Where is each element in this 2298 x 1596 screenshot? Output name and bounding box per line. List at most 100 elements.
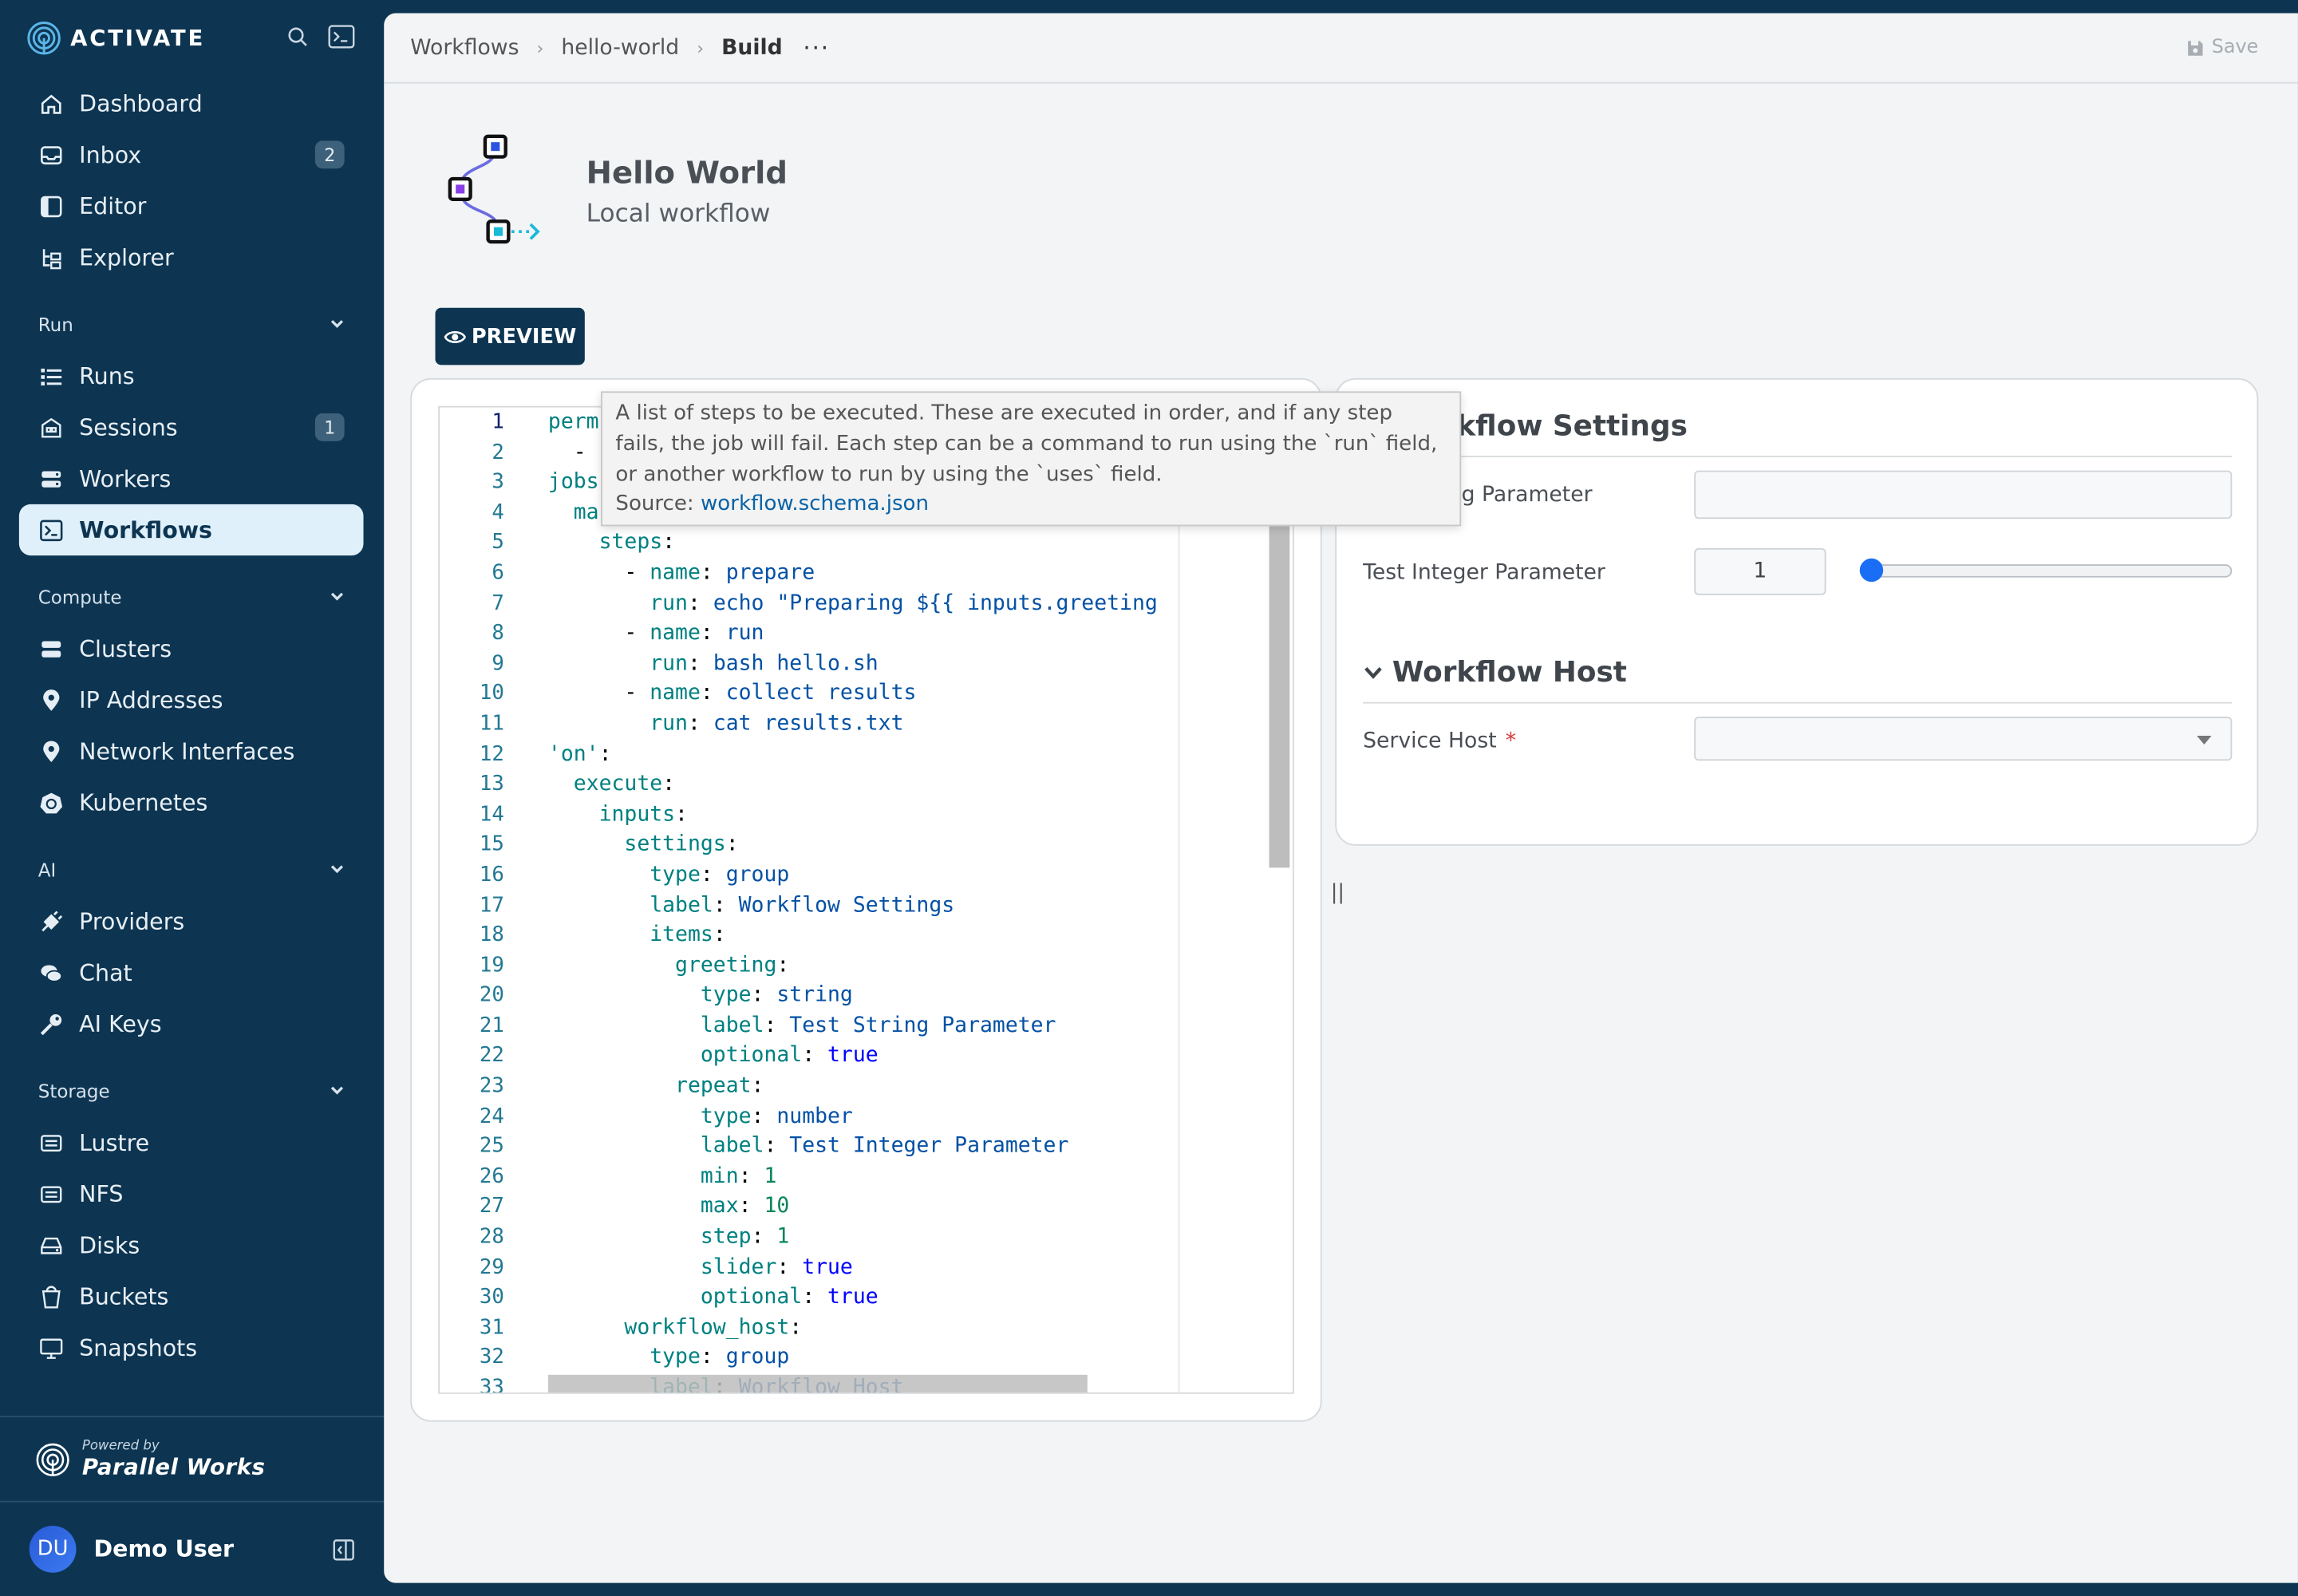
- code-area[interactable]: perm - jobs ma steps: - name: prepare ru…: [548, 408, 1222, 1393]
- sidebar-item-label: Workers: [79, 465, 172, 492]
- collapse-sidebar-icon[interactable]: [333, 1539, 355, 1561]
- line-number: 10: [479, 681, 504, 706]
- section-title: AI: [38, 858, 57, 880]
- sessions-icon: [38, 414, 65, 440]
- line-number: 33: [479, 1376, 504, 1394]
- preview-button[interactable]: PREVIEW: [435, 307, 585, 365]
- service-host-label: Service Host *: [1363, 730, 1516, 753]
- service-host-select[interactable]: [1694, 717, 2233, 761]
- chevron-right-icon: ›: [697, 37, 705, 58]
- divider: [1363, 701, 2233, 704]
- line-number: 27: [479, 1195, 504, 1219]
- sidebar-item-nfs[interactable]: NFS: [19, 1168, 364, 1219]
- chevron-down-icon: [330, 865, 344, 874]
- line-number: 3: [492, 470, 504, 495]
- sidebar-item-ip-addresses[interactable]: IP Addresses: [19, 674, 364, 725]
- integer-parameter-slider[interactable]: [1859, 564, 2233, 578]
- breadcrumb-workflows[interactable]: Workflows: [410, 36, 519, 59]
- search-icon[interactable]: [287, 26, 308, 47]
- sidebar-item-editor[interactable]: Editor: [19, 180, 364, 231]
- eye-icon: [443, 330, 466, 343]
- sidebar-item-label: Buckets: [79, 1283, 169, 1310]
- line-number: 8: [492, 622, 504, 646]
- brand-name: ACTIVATE: [70, 25, 206, 52]
- section-compute[interactable]: Compute: [19, 582, 364, 611]
- section-storage[interactable]: Storage: [19, 1076, 364, 1105]
- line-number: 30: [479, 1286, 504, 1310]
- sidebar-item-disks[interactable]: Disks: [19, 1219, 364, 1270]
- panel-splitter-handle[interactable]: ||: [1331, 881, 1344, 904]
- code-line: run: cat results.txt: [547, 712, 904, 736]
- line-number: 9: [492, 651, 504, 676]
- line-number: 5: [492, 531, 504, 555]
- sidebar-item-explorer[interactable]: Explorer: [19, 231, 364, 282]
- sidebar-item-sessions[interactable]: Sessions 1: [19, 401, 364, 452]
- code-line: label: Test String Parameter: [547, 1013, 1056, 1038]
- server-icon: [38, 635, 65, 662]
- line-number: 4: [492, 500, 504, 525]
- sidebar-item-clusters[interactable]: Clusters: [19, 623, 364, 674]
- sidebar-item-workers[interactable]: Workers: [19, 453, 364, 504]
- key-icon: [38, 1010, 65, 1037]
- save-button[interactable]: Save: [2186, 37, 2258, 58]
- breadcrumb-build: Build: [721, 35, 783, 60]
- breadcrumb-hello-world[interactable]: hello-world: [561, 36, 679, 59]
- section-title: Run: [38, 313, 73, 335]
- code-line: type: number: [547, 1104, 853, 1128]
- list-icon: [38, 363, 65, 389]
- section-ai[interactable]: AI: [19, 855, 364, 884]
- code-line: optional: true: [547, 1044, 879, 1068]
- sidebar-item-runs[interactable]: Runs: [19, 350, 364, 401]
- sidebar-item-inbox[interactable]: Inbox 2: [19, 129, 364, 180]
- more-options-icon[interactable]: ···: [803, 34, 830, 61]
- sidebar-item-providers[interactable]: Providers: [19, 895, 364, 946]
- code-line: settings:: [547, 832, 739, 857]
- line-number: 6: [492, 561, 504, 585]
- sidebar-item-buckets[interactable]: Buckets: [19, 1270, 364, 1321]
- server-icon: [38, 465, 65, 492]
- plug-icon: [38, 908, 65, 934]
- integer-parameter-input[interactable]: 1: [1694, 547, 1826, 595]
- sidebar-item-chat[interactable]: Chat: [19, 947, 364, 998]
- inbox-icon: [38, 141, 65, 168]
- code-line: run: echo "Preparing ${{ inputs.greeting: [547, 591, 1158, 615]
- code-line: min: 1: [547, 1164, 777, 1189]
- user-name[interactable]: Demo User: [94, 1536, 333, 1562]
- code-line: type: group: [547, 1345, 790, 1370]
- line-number: 23: [479, 1074, 504, 1098]
- settings-panel: Workflow Settings Test String Parameter …: [1335, 377, 2259, 846]
- sidebar-item-kubernetes[interactable]: Kubernetes: [19, 776, 364, 828]
- chevron-down-icon: [330, 1086, 344, 1095]
- editor-card: 1 2 3 4 5 6 7 8 9 10 11 12 13 14 15 16 17 18 19 20 21 22 23 24 2…: [410, 377, 1322, 1422]
- section-run[interactable]: Run: [19, 310, 364, 339]
- bucket-icon: [38, 1283, 65, 1310]
- slider-thumb[interactable]: [1859, 558, 1884, 583]
- vertical-scrollbar[interactable]: [1269, 524, 1290, 868]
- dropdown-arrow-icon: [2197, 736, 2212, 745]
- horizontal-scrollbar[interactable]: [547, 1374, 1088, 1393]
- string-parameter-input[interactable]: [1694, 470, 2233, 519]
- terminal-icon[interactable]: [328, 25, 355, 49]
- sidebar-item-lustre[interactable]: Lustre: [19, 1117, 364, 1168]
- avatar[interactable]: DU: [29, 1526, 77, 1573]
- line-number: 25: [479, 1135, 504, 1159]
- code-line: max: 10: [547, 1195, 790, 1219]
- workflow-host-header[interactable]: Workflow Host: [1363, 655, 1627, 689]
- sidebar-nav: Dashboard Inbox 2 Editor Explorer Run Ru…: [18, 77, 364, 1373]
- line-number: 15: [479, 832, 504, 857]
- code-line: step: 1: [547, 1225, 790, 1249]
- sidebar-item-label: NFS: [79, 1180, 124, 1207]
- sidebar-item-snapshots[interactable]: Snapshots: [19, 1322, 364, 1373]
- sidebar-item-network-interfaces[interactable]: Network Interfaces: [19, 725, 364, 776]
- line-number: 29: [479, 1255, 504, 1279]
- line-number: 32: [479, 1345, 504, 1370]
- sidebar-item-workflows[interactable]: Workflows: [18, 504, 364, 556]
- sidebar-item-ai-keys[interactable]: AI Keys: [19, 998, 364, 1049]
- tooltip-source-link[interactable]: workflow.schema.json: [701, 493, 929, 516]
- code-line: items:: [547, 923, 726, 947]
- brand[interactable]: ACTIVATE: [26, 21, 205, 56]
- save-icon: [2188, 40, 2203, 55]
- line-number: 19: [479, 954, 504, 978]
- yaml-code-editor[interactable]: 1 2 3 4 5 6 7 8 9 10 11 12 13 14 15 16 17 18 19 20 21 22 23 24 2…: [438, 405, 1294, 1394]
- sidebar-item-dashboard[interactable]: Dashboard: [19, 77, 364, 128]
